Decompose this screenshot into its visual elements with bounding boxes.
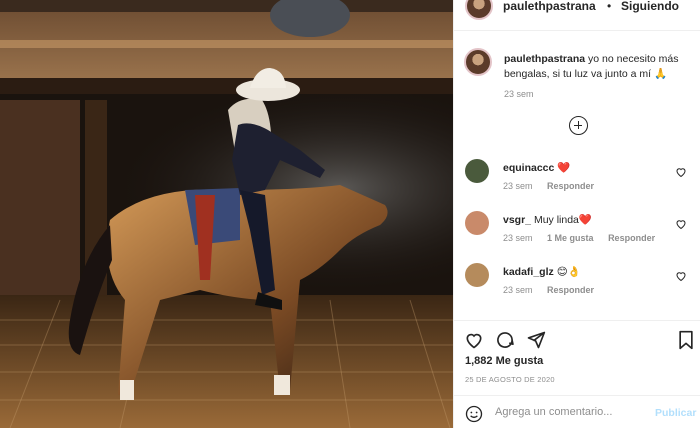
following-button[interactable]: Siguiendo xyxy=(621,0,679,13)
comment-heart-icon[interactable] xyxy=(675,166,687,178)
action-bar xyxy=(464,328,696,352)
comment-meta: 23 sem Responder xyxy=(503,285,606,295)
reply-button[interactable]: Responder xyxy=(608,233,655,243)
comment-input[interactable] xyxy=(495,406,645,418)
post-photo[interactable] xyxy=(0,0,453,428)
post-header: paulethpastrana • Siguiendo xyxy=(454,0,700,30)
comment-text: vsgr_ Muy linda❤️ xyxy=(503,213,592,226)
caption-time[interactable]: 23 sem xyxy=(504,89,534,99)
comment-body: ❤️ xyxy=(557,162,571,174)
comment-avatar[interactable] xyxy=(465,263,489,287)
reply-button[interactable]: Responder xyxy=(547,285,594,295)
caption-avatar[interactable] xyxy=(464,48,492,76)
comment-time[interactable]: 23 sem xyxy=(503,181,533,191)
comment-avatar[interactable] xyxy=(465,159,489,183)
comment-heart-icon[interactable] xyxy=(675,270,687,282)
send-icon[interactable] xyxy=(526,330,546,350)
comment-item: equinaccc ❤️ 23 sem Responder xyxy=(464,159,696,203)
load-more-comments-icon[interactable] xyxy=(569,116,588,135)
comment-time[interactable]: 23 sem xyxy=(503,233,533,243)
likes-count[interactable]: 1,882 Me gusta xyxy=(465,355,543,367)
post-date[interactable]: 25 DE AGOSTO DE 2020 xyxy=(465,375,555,384)
comment-meta: 23 sem Responder xyxy=(503,181,606,191)
header-divider xyxy=(454,30,700,31)
comment-meta: 23 sem 1 Me gusta Responder xyxy=(503,233,667,243)
comment-composer: Publicar xyxy=(453,395,700,428)
comment-icon[interactable] xyxy=(495,330,515,350)
comment-body: 😊👌 xyxy=(556,266,581,278)
comment-heart-icon[interactable] xyxy=(675,218,687,230)
actions-divider xyxy=(453,320,700,321)
heart-icon[interactable] xyxy=(464,330,484,350)
reply-button[interactable]: Responder xyxy=(547,181,594,191)
comment-item: vsgr_ Muy linda❤️ 23 sem 1 Me gusta Resp… xyxy=(464,211,696,255)
author-avatar[interactable] xyxy=(465,0,493,20)
bookmark-icon[interactable] xyxy=(677,330,695,350)
comment-time[interactable]: 23 sem xyxy=(503,285,533,295)
comment-item: kadafi_glz 😊👌 23 sem Responder xyxy=(464,263,696,307)
header-separator: • xyxy=(607,0,612,13)
author-username[interactable]: paulethpastrana xyxy=(503,0,596,13)
comment-body: Muy linda❤️ xyxy=(533,214,592,226)
comment-text: equinaccc ❤️ xyxy=(503,161,570,174)
photo-illustration xyxy=(0,0,453,428)
comment-likes[interactable]: 1 Me gusta xyxy=(547,233,594,243)
comment-text: kadafi_glz 😊👌 xyxy=(503,265,581,278)
comment-username[interactable]: vsgr_ xyxy=(503,214,531,226)
caption-username[interactable]: paulethpastrana xyxy=(504,53,585,65)
comment-avatar[interactable] xyxy=(465,211,489,235)
smile-icon[interactable] xyxy=(465,405,483,423)
caption-text: paulethpastrana yo no necesito más benga… xyxy=(504,52,699,82)
comment-username[interactable]: kadafi_glz xyxy=(503,266,554,278)
publish-button[interactable]: Publicar xyxy=(655,407,696,419)
comment-username[interactable]: equinaccc xyxy=(503,162,554,174)
